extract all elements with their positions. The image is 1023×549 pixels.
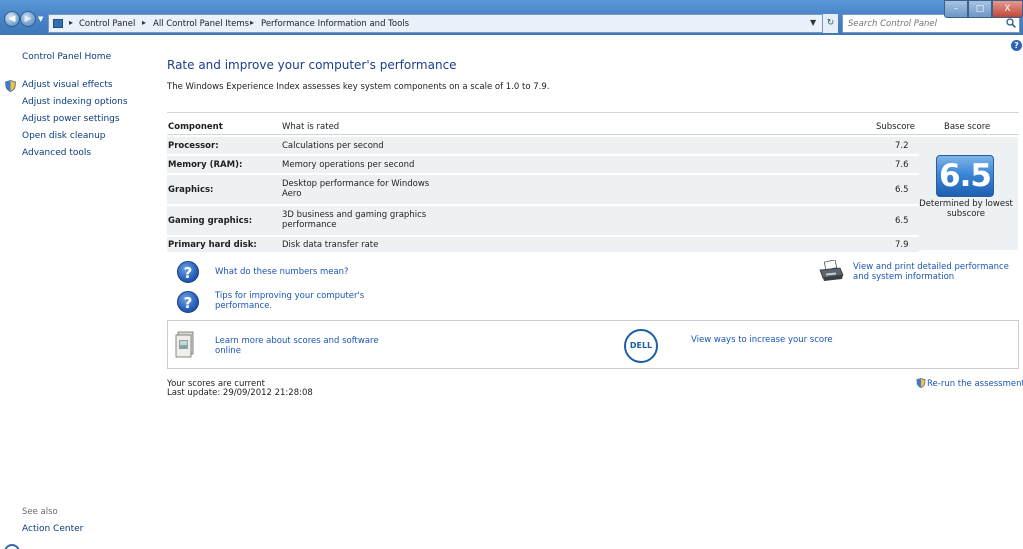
partial-icon (4, 544, 20, 549)
base-score-panel: 6.5 Determined by lowest subscore (919, 137, 1018, 250)
back-button[interactable]: ◀ (4, 11, 20, 27)
row-subscore: 7.9 (895, 240, 909, 250)
chevron-right-icon[interactable]: ▸ (69, 18, 73, 27)
row-subscore: 7.2 (895, 141, 909, 151)
see-also-heading: See also (22, 507, 58, 517)
row-subscore: 6.5 (895, 216, 909, 226)
base-score-tile: 6.5 (936, 155, 994, 197)
minimize-button[interactable]: – (944, 0, 968, 18)
chevron-right-icon[interactable]: ▸ (142, 18, 146, 27)
table-row: Gaming graphics: 3D business and gaming … (167, 206, 919, 235)
row-rated: Memory operations per second (282, 160, 415, 170)
action-center-link[interactable]: Action Center (22, 524, 83, 534)
row-subscore: 7.6 (895, 160, 909, 170)
what-numbers-mean-link[interactable]: What do these numbers mean? (215, 267, 349, 277)
table-row: Primary hard disk: Disk data transfer ra… (167, 237, 919, 252)
learn-more-scores-link[interactable]: Learn more about scores and software onl… (215, 336, 385, 356)
advanced-tools-link[interactable]: Advanced tools (22, 148, 91, 158)
last-update-text: Last update: 29/09/2012 21:28:08 (167, 388, 313, 398)
increase-score-link[interactable]: View ways to increase your score (691, 335, 833, 345)
maximize-button[interactable]: □ (968, 0, 992, 18)
row-rated: Calculations per second (282, 141, 384, 151)
adjust-visual-effects-link[interactable]: Adjust visual effects (22, 80, 113, 90)
control-panel-home-link[interactable]: Control Panel Home (22, 52, 111, 62)
divider (167, 134, 1019, 135)
breadcrumb-control-panel[interactable]: Control Panel (79, 19, 135, 29)
row-rated: 3D business and gaming graphics performa… (282, 210, 427, 230)
adjust-indexing-options-link[interactable]: Adjust indexing options (22, 97, 128, 107)
address-bar[interactable]: ▸ Control Panel ▸ All Control Panel Item… (48, 14, 837, 33)
forward-button[interactable]: ▶ (20, 11, 36, 27)
open-disk-cleanup-link[interactable]: Open disk cleanup (22, 131, 106, 141)
rerun-assessment-link[interactable]: Re-run the assessment (916, 378, 1023, 389)
divider (167, 112, 1019, 113)
view-print-details-link[interactable]: View and print detailed performance and … (853, 262, 1021, 282)
row-rated: Desktop performance for Windows Aero (282, 179, 430, 199)
refresh-button[interactable]: ↻ (822, 14, 838, 33)
help-icon[interactable]: ? (1011, 40, 1022, 51)
tips-improving-link[interactable]: Tips for improving your computer's perfo… (215, 291, 375, 311)
breadcrumb-all-items[interactable]: All Control Panel Items (153, 19, 249, 29)
row-component: Processor: (168, 141, 219, 151)
base-score-note: Determined by lowest subscore (919, 199, 1013, 219)
help-question-icon: ? (177, 291, 199, 313)
table-row: Graphics: Desktop performance for Window… (167, 175, 919, 204)
control-panel-icon (53, 19, 63, 28)
page-title: Rate and improve your computer's perform… (167, 58, 457, 72)
row-subscore: 6.5 (895, 185, 909, 195)
search-icon[interactable] (1006, 18, 1016, 28)
row-component: Memory (RAM): (168, 160, 243, 170)
recent-pages-dropdown[interactable]: ▼ (38, 15, 43, 23)
row-rated: Disk data transfer rate (282, 240, 379, 250)
adjust-power-settings-link[interactable]: Adjust power settings (22, 114, 120, 124)
page-description: The Windows Experience Index assesses ke… (167, 82, 550, 92)
address-dropdown-icon[interactable]: ▼ (810, 18, 816, 27)
header-base-score: Base score (944, 122, 991, 132)
sidebar: Control Panel Home Adjust visual effects… (0, 35, 150, 549)
chevron-right-icon[interactable]: ▸ (250, 18, 254, 27)
title-bar: ◀ ▶ ▼ ▸ Control Panel ▸ All Control Pane… (0, 0, 1023, 35)
promo-box: Learn more about scores and software onl… (167, 320, 1019, 369)
header-subscore: Subscore (876, 122, 916, 132)
shield-icon (916, 378, 926, 388)
table-row: Memory (RAM): Memory operations per seco… (167, 156, 919, 173)
row-component: Gaming graphics: (168, 216, 253, 226)
shield-icon (5, 80, 16, 92)
rerun-assessment-label[interactable]: Re-run the assessment (927, 379, 1023, 389)
book-icon (175, 331, 194, 358)
table-row: Processor: Calculations per second 7.2 (167, 137, 919, 154)
header-what-is-rated: What is rated (282, 122, 340, 132)
printer-icon (819, 260, 844, 281)
close-button[interactable]: X (992, 0, 1023, 18)
header-component: Component (168, 122, 223, 132)
help-question-icon: ? (177, 261, 199, 283)
row-component: Primary hard disk: (168, 240, 257, 250)
breadcrumb-performance[interactable]: Performance Information and Tools (261, 19, 409, 29)
dell-logo: DELL (624, 329, 658, 363)
row-component: Graphics: (168, 185, 214, 195)
